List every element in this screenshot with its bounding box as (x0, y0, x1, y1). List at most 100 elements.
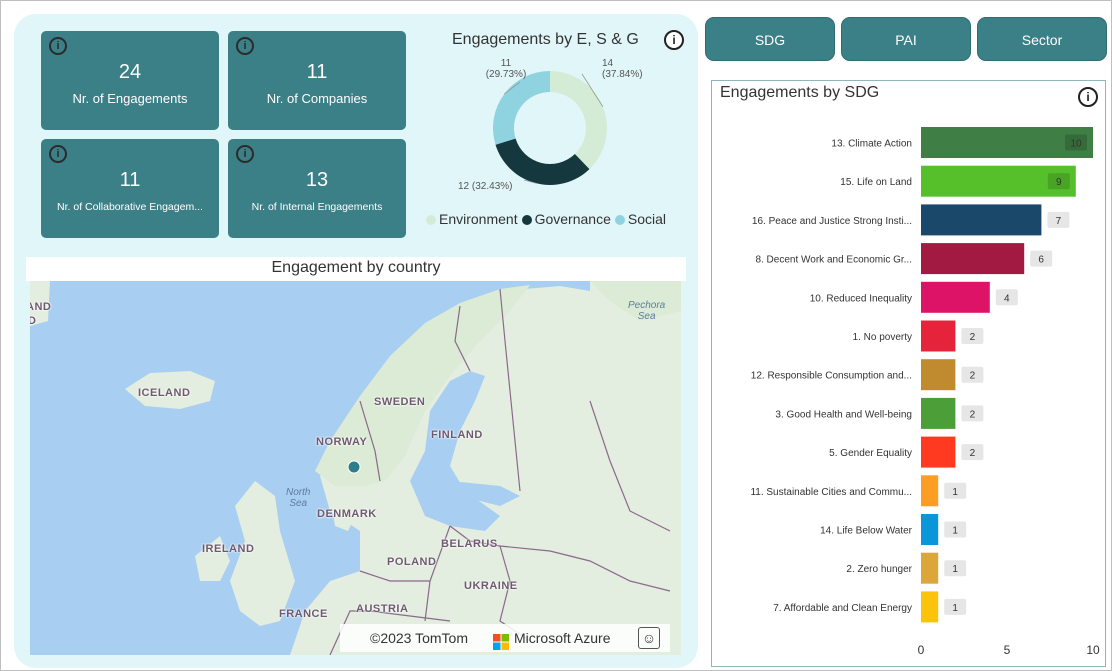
feedback-smiley-icon[interactable]: ☺ (638, 627, 660, 649)
x-tick-label: 0 (918, 643, 925, 657)
bar-value-label: 2 (970, 371, 976, 382)
map-attribution-bar: ©2023 TomTom Microsoft Azure ☺ (340, 624, 670, 652)
kpi-value: 11 (306, 61, 328, 83)
bar-category-label: 12. Responsible Consumption and... (751, 371, 912, 382)
bar[interactable] (921, 243, 1025, 275)
bar[interactable] (921, 475, 939, 507)
bar-value-label: 2 (970, 448, 976, 459)
kpi-value: 11 (119, 169, 141, 191)
kpi-card-engagements[interactable]: i 24 Nr. of Engagements (41, 31, 219, 130)
map-label-austria: AUSTRIA (356, 603, 409, 615)
tab-sector[interactable]: Sector (977, 17, 1107, 61)
legend-label: Governance (534, 211, 611, 227)
info-icon[interactable]: i (236, 37, 254, 55)
map-label-pechora-sea: Pechora Sea (628, 300, 666, 322)
info-icon[interactable]: i (1078, 87, 1098, 107)
bar-category-label: 2. Zero hunger (846, 564, 912, 575)
bar-category-label: 5. Gender Equality (829, 448, 912, 459)
legend-label: Social (627, 211, 667, 227)
donut-title: Engagements by E, S & G (452, 31, 639, 48)
kpi-card-internal[interactable]: i 13 Nr. of Internal Engagements (228, 139, 406, 238)
bar-category-label: 3. Good Health and Well-being (775, 409, 912, 420)
kpi-label: Nr. of Collaborative Engagem... (57, 201, 203, 213)
donut-legend: Environment Governance Social (426, 211, 670, 227)
info-icon[interactable]: i (49, 145, 67, 163)
bar[interactable] (921, 281, 990, 313)
map-label-poland: POLAND (387, 556, 437, 568)
legend-item-governance[interactable]: Governance (521, 211, 611, 227)
map-provider: Microsoft Azure (514, 630, 611, 646)
map-label-ukraine: UKRAINE (464, 580, 518, 592)
info-icon[interactable]: i (664, 30, 684, 50)
bar[interactable] (921, 397, 956, 429)
legend-item-environment[interactable]: Environment (426, 211, 518, 227)
tab-sdg[interactable]: SDG (705, 17, 835, 61)
legend-dot (521, 215, 532, 225)
sdg-bar-chart: 13. Climate Action 1015. Life on Land 916.… (750, 127, 1100, 657)
info-icon[interactable]: i (236, 145, 254, 163)
kpi-value: 24 (118, 61, 142, 83)
bar-category-label: 1. No poverty (853, 332, 912, 343)
tab-pai[interactable]: PAI (841, 17, 971, 61)
bar[interactable] (921, 591, 939, 623)
bar-category-label: 11. Sustainable Cities and Commu... (750, 487, 912, 498)
bar-value-label: 6 (1038, 255, 1044, 266)
map-label-denmark: DENMARK (317, 508, 377, 520)
legend-dot (614, 215, 625, 225)
bar[interactable] (921, 514, 939, 545)
bar-value-label: 1 (952, 487, 958, 498)
bar-value-label: 2 (970, 409, 976, 420)
donut-label-governance: 12 (32.43%) (458, 181, 512, 192)
x-tick-label: 5 (1004, 643, 1011, 657)
kpi-label: Nr. of Internal Engagements (251, 201, 383, 213)
map-label-belarus: BELARUS (441, 538, 498, 550)
bar-value-label: 1 (952, 603, 958, 614)
bar-category-label: 13. Climate Action (831, 139, 912, 150)
tomtom-attribution[interactable]: ©2023 TomTom (370, 624, 468, 652)
x-tick-label: 10 (1086, 643, 1100, 657)
map-label-ireland: IRELAND (202, 543, 255, 555)
legend-label: Environment (439, 211, 518, 227)
donut-label-social: 11 (29.73%) (486, 58, 527, 80)
info-icon[interactable]: i (49, 37, 67, 55)
bar-value-label: 10 (1070, 139, 1082, 150)
bar[interactable] (921, 552, 939, 584)
map-label-and: AND (30, 301, 52, 313)
kpi-card-companies[interactable]: i 11 Nr. of Companies (228, 31, 406, 130)
bar-value-label: 1 (952, 526, 958, 537)
kpi-card-collaborative[interactable]: i 11 Nr. of Collaborative Engagem... (41, 139, 219, 238)
bar-value-label: 4 (1004, 293, 1010, 304)
microsoft-logo-icon (493, 631, 509, 650)
bar[interactable] (921, 204, 1042, 236)
kpi-label: Nr. of Companies (266, 91, 368, 106)
donut-slice-social[interactable] (493, 71, 550, 145)
sdg-chart-title: Engagements by SDG (720, 84, 880, 101)
legend-item-social[interactable]: Social (614, 211, 667, 227)
bar[interactable] (921, 436, 956, 468)
bar[interactable] (921, 320, 956, 352)
map-label-iceland: ICELAND (138, 387, 191, 399)
bar-category-label: 16. Peace and Justice Strong Insti... (752, 216, 912, 227)
bar-category-label: 15. Life on Land (840, 177, 912, 188)
bar-category-label: 7. Affordable and Clean Energy (773, 603, 912, 614)
bar-category-label: 14. Life Below Water (820, 526, 913, 537)
donut-slice-environment[interactable] (550, 71, 607, 170)
bar-value-label: 9 (1056, 177, 1062, 188)
bar-value-label: 2 (970, 332, 976, 343)
bar-value-label: 1 (952, 564, 958, 575)
bar-category-label: 8. Decent Work and Economic Gr... (755, 255, 912, 266)
donut-slice-governance[interactable] (495, 138, 590, 185)
donut-label-environment: 14 (37.84%) (602, 58, 643, 80)
map-label-d: D (30, 315, 37, 327)
kpi-label: Nr. of Engagements (72, 91, 188, 106)
map-label-finland: FINLAND (431, 429, 483, 441)
map-label-north-sea: North Sea (286, 487, 311, 509)
map-label-norway: NORWAY (316, 436, 368, 448)
donut-chart: 14 (37.84%) 12 (32.43%) 11 (29.73%) (458, 58, 643, 192)
map-title: Engagement by country (26, 257, 686, 281)
country-map[interactable]: AND D ICELAND SWEDEN NORWAY FINLAND DENM… (30, 281, 681, 655)
bar-value-label: 7 (1056, 216, 1062, 227)
map-label-france: FRANCE (279, 608, 328, 620)
legend-dot (426, 215, 436, 225)
bar[interactable] (921, 359, 956, 391)
